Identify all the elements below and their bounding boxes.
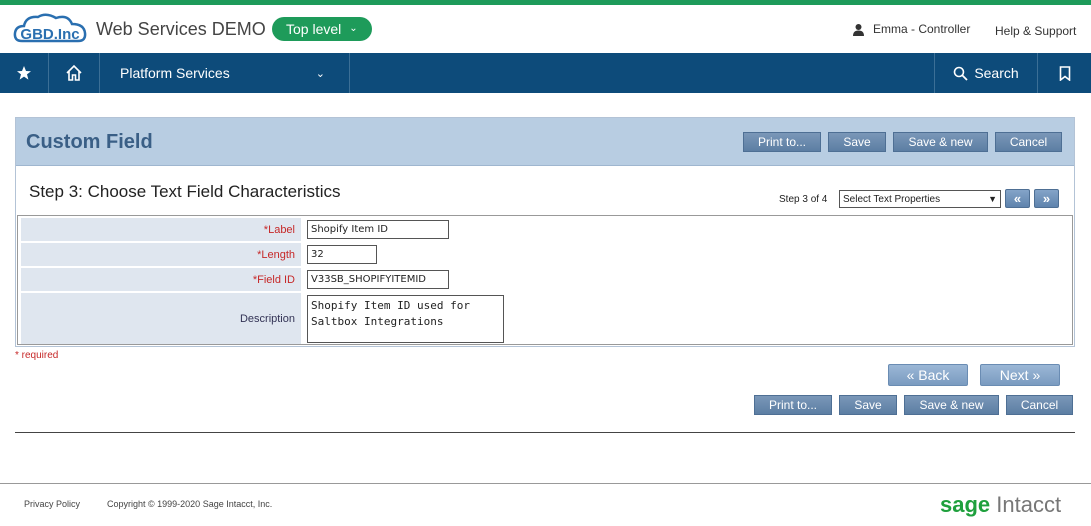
content-divider <box>15 432 1075 433</box>
label-input[interactable]: Shopify Item ID <box>307 220 449 239</box>
field-id-input[interactable]: V33SB_SHOPIFYITEMID <box>307 270 449 289</box>
app-header: GBD.Inc Web Services DEMO Top level ⌄ Em… <box>0 5 1091 53</box>
bookmark-button[interactable] <box>1038 53 1091 93</box>
step-select-value: Select Text Properties <box>843 193 941 205</box>
field-id-row: *Field ID V33SB_SHOPIFYITEMID <box>21 268 1070 291</box>
page-title: Custom Field <box>26 131 153 153</box>
required-note: * required <box>15 350 59 361</box>
user-name: Emma - Controller <box>873 22 971 36</box>
search-button[interactable]: Search <box>934 53 1038 93</box>
chevron-down-icon: ⌄ <box>349 23 358 34</box>
page-footer: Privacy Policy Copyright © 1999-2020 Sag… <box>0 484 1091 526</box>
chevron-down-icon: ⌄ <box>315 67 325 80</box>
user-menu[interactable]: Emma - Controller <box>852 22 970 36</box>
save-button[interactable]: Save <box>828 132 886 152</box>
star-icon <box>17 66 31 80</box>
search-icon <box>954 66 968 81</box>
main-navigation: Platform Services ⌄ Search <box>0 53 1091 93</box>
brand-sage: sage <box>940 492 991 517</box>
copyright-text: Copyright © 1999-2020 Sage Intacct, Inc. <box>107 499 273 509</box>
length-row: *Length 32 <box>21 243 1070 266</box>
step-indicator: Step 3 of 4 <box>779 194 828 205</box>
logo-text: GBD.Inc <box>20 26 79 43</box>
length-input[interactable]: 32 <box>307 245 377 264</box>
step-title: Step 3: Choose Text Field Characteristic… <box>29 182 341 201</box>
save-button-bottom[interactable]: Save <box>839 395 897 415</box>
cancel-button-bottom[interactable]: Cancel <box>1006 395 1073 415</box>
user-icon <box>853 23 864 36</box>
platform-services-label: Platform Services <box>120 65 230 81</box>
print-button-bottom[interactable]: Print to... <box>754 395 832 415</box>
print-button[interactable]: Print to... <box>743 132 821 152</box>
custom-field-panel: Custom Field Print to... Save Save & new… <box>15 117 1075 347</box>
brand-intacct: Intacct <box>990 492 1062 517</box>
company-logo[interactable]: GBD.Inc <box>12 11 90 49</box>
description-textarea[interactable]: Shopify Item ID used for Saltbox Integra… <box>307 295 504 343</box>
description-row: Description Shopify Item ID used for Sal… <box>21 293 1070 344</box>
bookmark-icon <box>1059 65 1070 81</box>
label-field-label: *Label <box>21 218 301 241</box>
home-icon <box>66 64 82 81</box>
save-new-button-bottom[interactable]: Save & new <box>904 395 999 415</box>
label-row: *Label Shopify Item ID <box>21 218 1070 241</box>
next-button[interactable]: Next » <box>980 364 1060 386</box>
next-step-button[interactable]: » <box>1034 189 1059 208</box>
help-support-link[interactable]: Help & Support <box>995 24 1076 38</box>
length-field-label: *Length <box>21 243 301 266</box>
description-label: Description <box>21 293 301 344</box>
home-button[interactable] <box>49 53 100 93</box>
sage-intacct-logo: sage Intacct <box>940 492 1061 518</box>
step-select[interactable]: Select Text Properties ▼ <box>839 190 1001 208</box>
field-id-label: *Field ID <box>21 268 301 291</box>
cancel-button[interactable]: Cancel <box>995 132 1062 152</box>
back-button[interactable]: « Back <box>888 364 968 386</box>
privacy-policy-link[interactable]: Privacy Policy <box>24 499 80 509</box>
level-selector[interactable]: Top level ⌄ <box>272 17 372 41</box>
search-label: Search <box>974 65 1019 81</box>
level-label: Top level <box>286 21 342 37</box>
favorites-button[interactable] <box>0 53 49 93</box>
previous-step-button[interactable]: « <box>1005 189 1030 208</box>
company-name: Web Services DEMO <box>96 19 266 39</box>
save-new-button[interactable]: Save & new <box>893 132 988 152</box>
panel-header: Custom Field Print to... Save Save & new… <box>16 118 1074 166</box>
platform-services-menu[interactable]: Platform Services ⌄ <box>100 53 350 93</box>
field-form: *Label Shopify Item ID *Length 32 *Field… <box>17 215 1073 345</box>
chevron-down-icon: ▼ <box>988 194 997 204</box>
